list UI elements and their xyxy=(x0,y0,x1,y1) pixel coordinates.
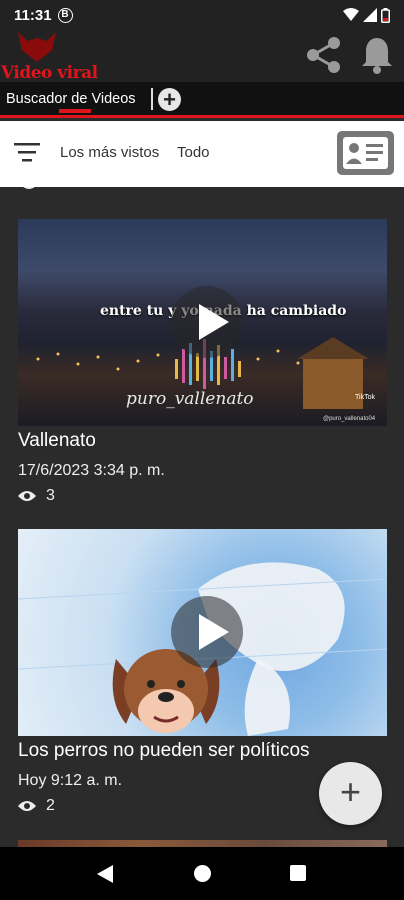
tiktok-username: @puro_vallenato04 xyxy=(323,416,376,422)
next-video-thumbnail[interactable] xyxy=(18,840,387,847)
play-button[interactable] xyxy=(171,596,243,668)
wolf-logo-icon xyxy=(18,32,56,62)
tab-active-indicator xyxy=(59,109,91,113)
system-nav-bar xyxy=(0,847,404,900)
recent-apps-icon[interactable] xyxy=(290,865,306,881)
previous-item-views xyxy=(20,187,38,190)
video-views: 3 xyxy=(18,487,55,505)
video-view-count: 3 xyxy=(46,487,55,504)
video-date: Hoy 9:12 a. m. xyxy=(18,772,123,789)
filter-icon[interactable] xyxy=(14,141,42,163)
contact-card-button[interactable] xyxy=(337,131,394,175)
video-overlay-signature: puro_vallenato xyxy=(126,389,254,409)
bell-icon[interactable] xyxy=(360,35,394,75)
add-tab-button[interactable]: + xyxy=(158,88,181,111)
video-views: 2 xyxy=(18,797,55,815)
video-title[interactable]: Vallenato xyxy=(18,430,96,452)
status-icons xyxy=(343,7,390,23)
home-icon[interactable] xyxy=(194,865,211,882)
video-date: 17/6/2023 3:34 p. m. xyxy=(18,462,165,479)
video-view-count: 2 xyxy=(46,797,55,814)
notification-b-icon: B xyxy=(57,7,73,23)
signal-icon xyxy=(363,8,377,22)
app-bar: Video viral xyxy=(0,30,404,83)
tiktok-label: TikTok xyxy=(355,394,375,401)
video-thumbnail[interactable]: entre tu y yo nada ha cambiado puro_vall… xyxy=(18,219,387,426)
eye-icon xyxy=(18,801,36,811)
video-title[interactable]: Los perros no pueden ser políticos xyxy=(18,740,310,762)
wifi-icon xyxy=(343,8,359,21)
tab-divider xyxy=(151,88,153,110)
share-icon[interactable] xyxy=(304,35,344,75)
filter-most-viewed[interactable]: Los más vistos xyxy=(60,144,159,161)
tab-bar: Buscador de Videos + xyxy=(0,82,404,118)
eye-icon xyxy=(18,491,36,501)
filter-all[interactable]: Todo xyxy=(177,144,210,161)
contact-card-icon xyxy=(343,137,388,169)
play-button[interactable] xyxy=(171,286,243,358)
status-bar: 11:31 B xyxy=(0,0,404,30)
filter-bar: Los más vistos Todo xyxy=(0,121,404,187)
lit-house xyxy=(297,337,369,409)
video-thumbnail[interactable] xyxy=(18,529,387,736)
status-time: 11:31 xyxy=(14,6,52,24)
app-logo: Video viral xyxy=(0,30,98,83)
video-list[interactable]: entre tu y yo nada ha cambiado puro_vall… xyxy=(0,187,404,847)
app-logo-text: Video viral xyxy=(1,63,98,83)
battery-icon xyxy=(381,7,390,23)
eye-icon xyxy=(23,187,35,189)
back-icon[interactable] xyxy=(97,865,113,883)
tab-buscador-de-videos[interactable]: Buscador de Videos xyxy=(6,91,136,107)
add-video-button[interactable]: + xyxy=(319,762,382,825)
